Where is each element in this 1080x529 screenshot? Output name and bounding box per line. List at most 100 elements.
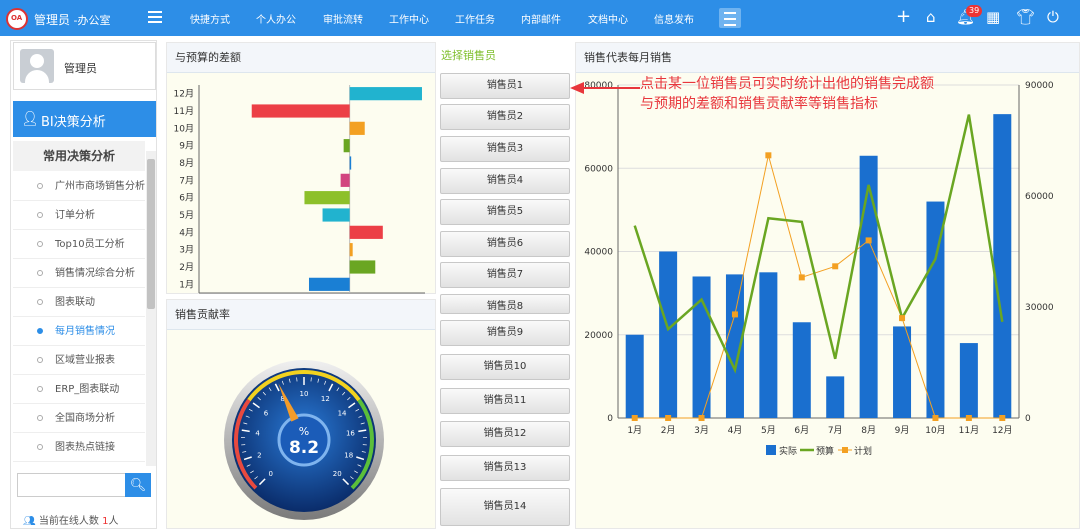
salesperson-button[interactable]: 销售员9 <box>440 320 570 346</box>
module-header[interactable]: 👤︎ BI决策分析 <box>13 101 156 137</box>
bullet-icon <box>37 386 43 392</box>
bullet-icon <box>37 299 43 305</box>
salesperson-button[interactable]: 销售员4 <box>440 168 570 194</box>
user-panel[interactable]: 管理员 <box>13 42 156 90</box>
gauge-tick-label: 6 <box>264 409 269 417</box>
plan-point <box>865 237 872 244</box>
bullet-icon <box>37 212 43 218</box>
salesperson-button[interactable]: 销售员14 <box>440 488 570 526</box>
sidebar-item[interactable]: 图表热点链接 <box>13 433 145 462</box>
category-header[interactable]: 常用决策分析 <box>13 141 145 171</box>
sidebar-item[interactable]: 图表联动 <box>13 288 145 317</box>
salesperson-button[interactable]: 销售员7 <box>440 262 570 288</box>
y-tick-label: 10月 <box>174 123 194 134</box>
y-tick-label: 2月 <box>179 262 194 273</box>
menu-toggle-icon[interactable] <box>148 11 164 25</box>
nav-item-personal[interactable]: 个人办公 <box>256 11 296 26</box>
monthly-sales-panel: 销售代表每月销售 0 20000 40000 60000 80000 0 30000 6000… <box>575 42 1080 529</box>
sidebar-item[interactable]: ERP_图表联动 <box>13 375 145 404</box>
nav-item-shortcuts[interactable]: 快捷方式 <box>190 11 230 26</box>
scrollbar-thumb[interactable] <box>147 159 155 309</box>
x-tick-label: 3月 <box>694 425 709 436</box>
search-input[interactable] <box>17 473 127 497</box>
nav-item-tasks[interactable]: 工作任务 <box>455 11 495 26</box>
sidebar-item-label: 图表热点链接 <box>55 442 115 453</box>
sidebar-item[interactable]: 全国商场分析 <box>13 404 145 433</box>
sidebar-item-label: 广州市商场销售分析 <box>55 181 145 192</box>
actual-bar <box>993 114 1012 418</box>
more-menu-icon[interactable] <box>719 8 741 28</box>
x-tick-label: 8月 <box>861 425 876 436</box>
salesperson-button[interactable]: 销售员12 <box>440 421 570 447</box>
salesperson-button[interactable]: 销售员2 <box>440 104 570 130</box>
actual-bar <box>792 322 811 418</box>
salesperson-button[interactable]: 销售员6 <box>440 231 570 257</box>
sidebar-item[interactable]: 区域营业报表 <box>13 346 145 375</box>
plan-point <box>698 415 705 421</box>
diff-bar <box>304 191 350 205</box>
y-tick-label: 5月 <box>179 210 194 221</box>
legend-label: 计划 <box>854 445 872 457</box>
sidebar-item-label: 区域营业报表 <box>55 355 115 366</box>
app-title: 管理员 -办公室 <box>34 11 111 28</box>
bullet-icon <box>37 328 43 334</box>
avatar <box>20 49 54 83</box>
online-users[interactable]: 👥︎ 当前在线人数 1人 <box>23 512 118 527</box>
x-tick-label: 2月 <box>661 425 676 436</box>
salesperson-button[interactable]: 销售员13 <box>440 455 570 481</box>
actual-bar <box>625 334 644 418</box>
diff-bar <box>349 87 422 101</box>
online-unit: 人 <box>108 516 119 527</box>
plan-point <box>731 311 738 318</box>
search-button[interactable]: 🔍︎ <box>125 473 151 497</box>
bullet-icon <box>37 444 43 450</box>
salesperson-button[interactable]: 销售员5 <box>440 199 570 225</box>
sidebar: 管理员 👤︎ BI决策分析 常用决策分析 广州市商场销售分析 订单分析 Top1… <box>10 40 157 529</box>
panel-title: 与预算的差额 <box>167 43 435 73</box>
sidebar-item[interactable]: 订单分析 <box>13 201 145 230</box>
sidebar-item-active[interactable]: 每月销售情况 <box>13 317 145 346</box>
diff-bar <box>340 173 350 187</box>
y-left-tick-label: 60000 <box>584 164 613 174</box>
theme-icon[interactable]: 👕︎ <box>1016 8 1035 26</box>
diff-bar <box>322 208 350 222</box>
home-icon[interactable]: ⌂ <box>926 8 936 26</box>
panel-title: 销售代表每月销售 <box>576 43 1079 73</box>
power-icon[interactable]: ⏻ <box>1047 8 1059 26</box>
plan-point <box>999 415 1006 421</box>
salesperson-button[interactable]: 销售员10 <box>440 354 570 380</box>
y-left-tick-label: 0 <box>607 414 613 424</box>
annotation-line2: 与预期的差额和销售贡献率等销售指标 <box>640 96 878 112</box>
add-icon[interactable]: + <box>896 6 911 27</box>
salesperson-button[interactable]: 销售员11 <box>440 388 570 414</box>
legend-swatch <box>766 445 776 455</box>
sidebar-scrollbar[interactable] <box>146 151 156 466</box>
sidebar-item[interactable]: 销售情况综合分析 <box>13 259 145 288</box>
salesperson-button[interactable]: 销售员1 <box>440 73 570 99</box>
nav-item-workcenter[interactable]: 工作中心 <box>389 11 429 26</box>
y-tick-label: 3月 <box>179 245 194 256</box>
apps-icon[interactable]: ▦ <box>986 8 1000 26</box>
nav-item-approval[interactable]: 审批流转 <box>323 11 363 26</box>
nav-item-news[interactable]: 信息发布 <box>654 11 694 26</box>
y-tick-label: 1月 <box>179 279 194 290</box>
x-tick-label: 5月 <box>761 425 776 436</box>
diff-bar <box>349 121 365 135</box>
gauge-tick-label: 4 <box>255 430 260 438</box>
plan-point <box>965 415 972 421</box>
salesperson-button[interactable]: 销售员3 <box>440 136 570 162</box>
app-title-dept: -办公室 <box>73 14 111 27</box>
nav-item-mail[interactable]: 内部邮件 <box>521 11 561 26</box>
annotation-line1: 点击某一位销售员可实时统计出他的销售完成额 <box>640 76 934 92</box>
legend-label: 实际 <box>779 445 797 457</box>
sidebar-item[interactable]: Top10员工分析 <box>13 230 145 259</box>
y-tick-label: 7月 <box>179 175 194 186</box>
salesperson-button[interactable]: 销售员8 <box>440 294 570 314</box>
x-tick-label: 9月 <box>895 425 910 436</box>
sidebar-item[interactable]: 广州市商场销售分析 <box>13 172 145 201</box>
y-right-tick-label: 90000 <box>1025 81 1054 91</box>
y-tick-label: 4月 <box>179 227 194 238</box>
y-tick-label: 8月 <box>179 158 194 169</box>
plan-point <box>899 315 906 322</box>
nav-item-documents[interactable]: 文档中心 <box>588 11 628 26</box>
